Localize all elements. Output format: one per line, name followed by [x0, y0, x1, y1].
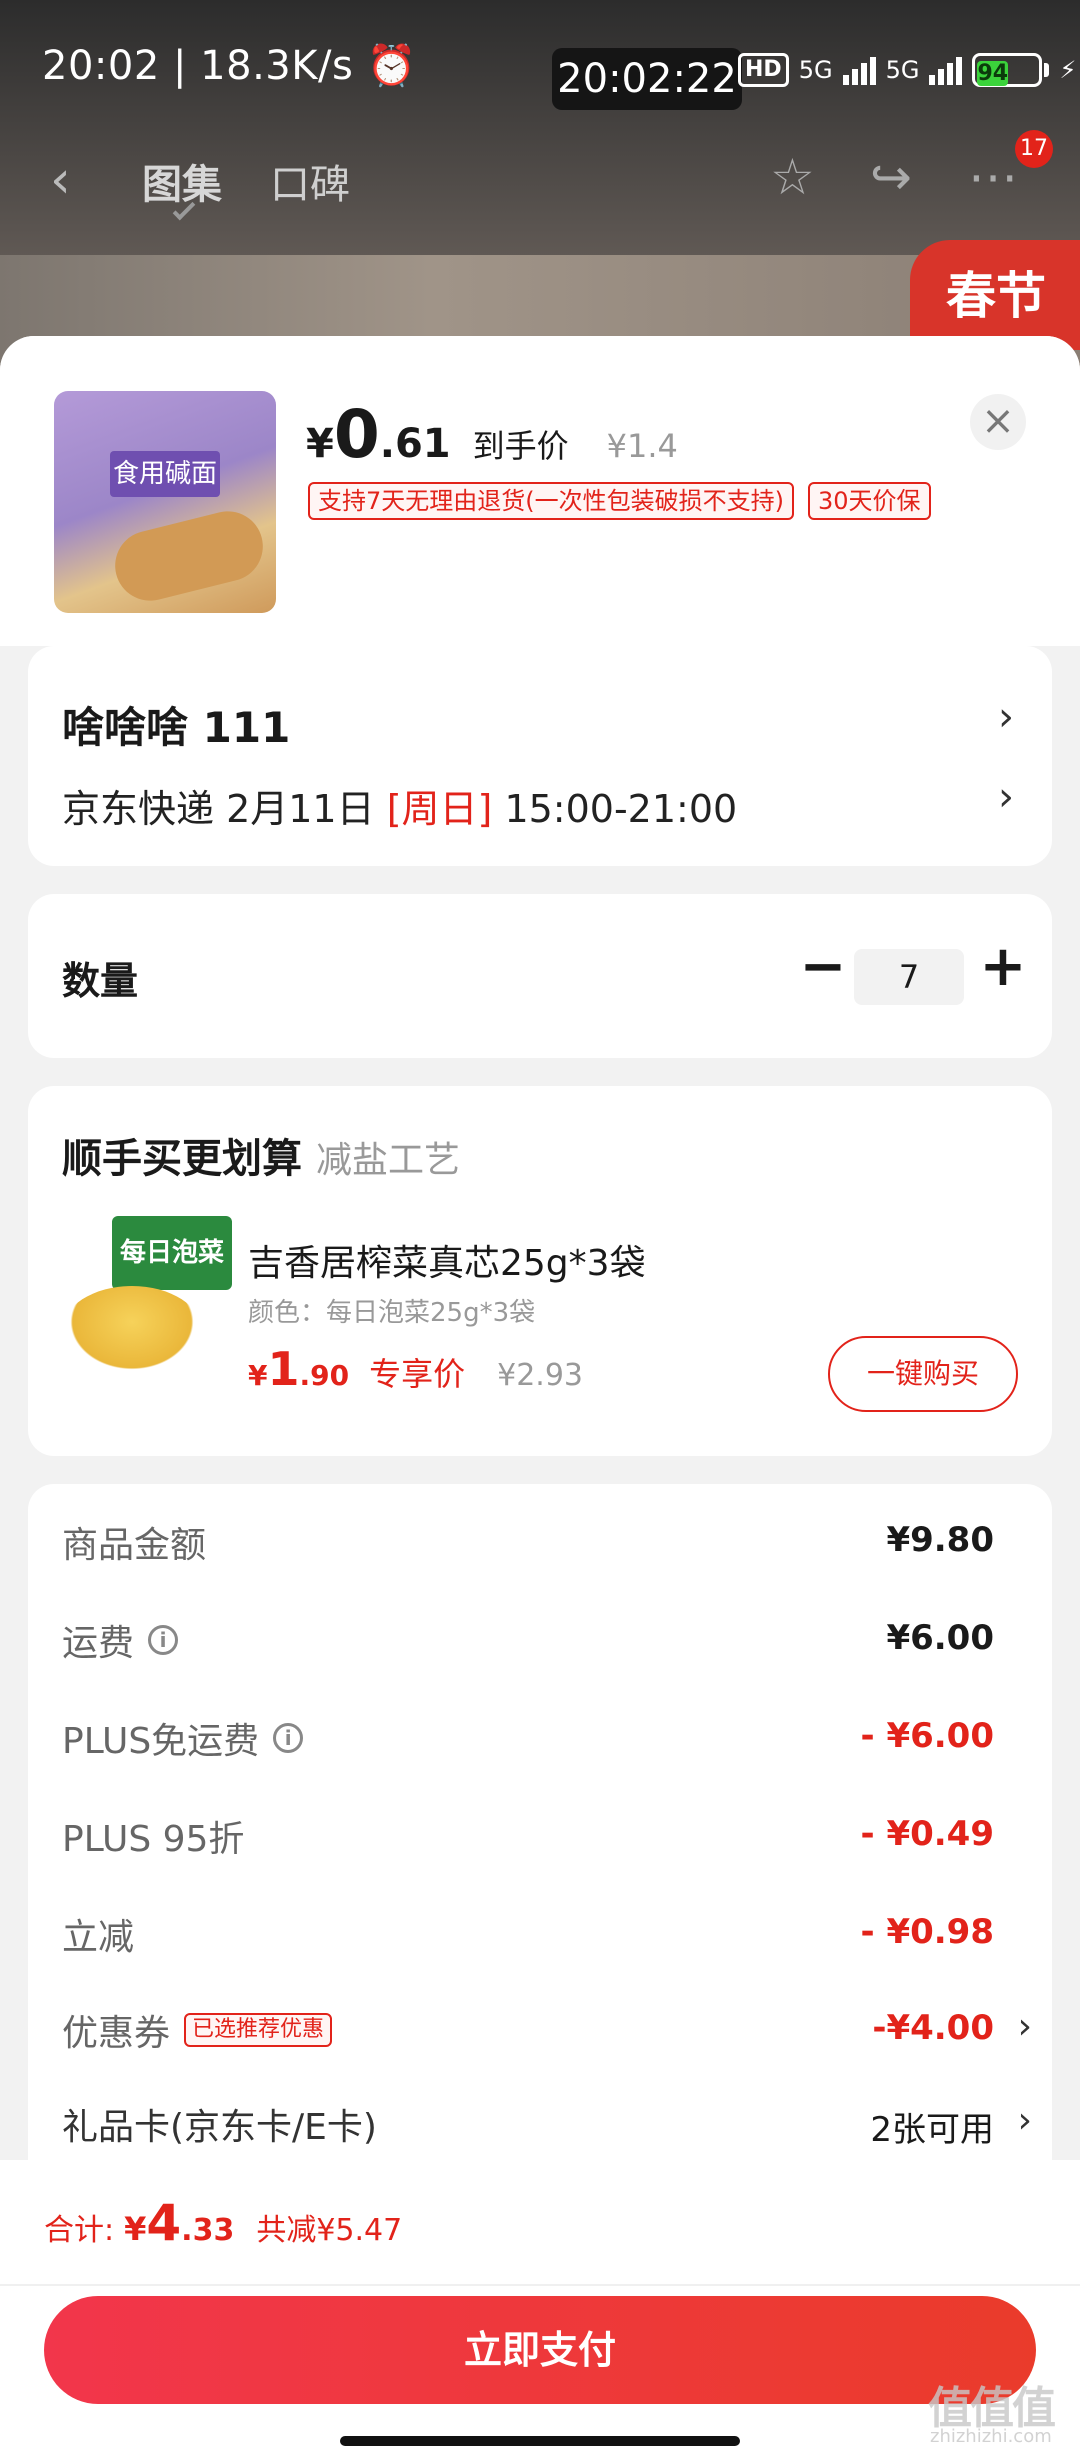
hd-icon: HD [738, 53, 789, 87]
status-time-speed: 20:02 | 18.3K/s ⏰ [42, 43, 417, 89]
divider [0, 2284, 1080, 2286]
bottom-action-bar: 合计: ¥ 4 .33 共减¥5.47 立即支付 值值值 zhizhizhi.c… [0, 2160, 1080, 2460]
pack-label: 每日泡菜 [112, 1216, 232, 1290]
bowl-image [62, 1286, 202, 1376]
upsell-product-image[interactable]: 每日泡菜 [62, 1216, 232, 1386]
quantity-decrease-button[interactable]: − [798, 934, 848, 999]
delivery-chevron-icon[interactable]: › [998, 774, 1014, 820]
price-protect-tag: 30天价保 [808, 482, 931, 520]
upsell-price-label: 专享价 [369, 1355, 466, 1393]
service-tags: 支持7天无理由退货(一次性包装破损不支持) 30天价保 [308, 482, 931, 520]
tab-gallery[interactable]: 图集 [142, 152, 222, 210]
product-header: 食用碱面 ¥ 0 .61 到手价 ¥1.4 支持7天无理由退货(一次性包装破损不… [0, 336, 1080, 646]
share-icon[interactable]: ↪ [870, 148, 912, 206]
tab-reviews[interactable]: 口碑 [270, 152, 350, 210]
return-policy-tag: 支持7天无理由退货(一次性包装破损不支持) [308, 482, 794, 520]
signal-icon [842, 55, 876, 85]
info-icon[interactable]: i [148, 1625, 179, 1655]
clock-overlay: 20:02:22 [552, 48, 742, 110]
battery-icon: 94 [972, 53, 1050, 87]
plus-discount-value: - ¥0.49 [860, 1814, 995, 1854]
price-integer: 0 [333, 396, 380, 473]
home-indicator[interactable] [340, 2436, 740, 2446]
signal-icon-2 [929, 55, 963, 85]
quantity-label: 数量 [62, 959, 139, 1003]
subtotal-value: ¥9.80 [886, 1520, 994, 1560]
one-click-buy-button[interactable]: 一键购买 [828, 1336, 1018, 1412]
quantity-card: 数量 − 7 + [28, 894, 1052, 1058]
product-thumbnail[interactable]: 食用碱面 [54, 391, 276, 613]
summary-row-coupon[interactable]: 优惠券 已选推荐优惠 -¥4.00 › [62, 2004, 1052, 2064]
price-label: 到手价 [472, 427, 569, 465]
instant-discount-value: - ¥0.98 [860, 1912, 995, 1952]
price-decimal: .61 [379, 421, 451, 467]
gift-card-value: 2张可用 [870, 2110, 994, 2150]
info-icon[interactable]: i [273, 1723, 304, 1753]
watermark-url: zhizhizhi.com [930, 2426, 1052, 2447]
alarm-icon: ⏰ [366, 43, 417, 89]
thumbnail-label: 食用碱面 [110, 451, 220, 497]
status-icons: HD 5G 5G 94 ⚡ [738, 50, 1076, 90]
quantity-increase-button[interactable]: + [978, 934, 1028, 999]
price-row: ¥ 0 .61 到手价 ¥1.4 [306, 396, 678, 473]
total-integer: 4 [146, 2194, 182, 2252]
upsell-subtitle: 减盐工艺 [316, 1140, 461, 1181]
shipping-value: ¥6.00 [886, 1618, 994, 1658]
total-row: 合计: ¥ 4 .33 共减¥5.47 [44, 2194, 403, 2252]
upsell-original-price: ¥2.93 [497, 1358, 584, 1393]
network-label-2: 5G [885, 56, 920, 84]
delivery-info: 京东快递 2月11日 [周日] 15:00-21:00 [62, 787, 738, 831]
more-icon[interactable]: ⋯ [968, 148, 1018, 206]
bread-image [107, 503, 271, 609]
price-symbol: ¥ [306, 421, 334, 467]
top-nav: ‹ 图集 口碑 ☆ ↪ ⋯ 17 [0, 130, 1080, 230]
checkout-sheet: 食用碱面 ¥ 0 .61 到手价 ¥1.4 支持7天无理由退货(一次性包装破损不… [0, 336, 1080, 2460]
quantity-input[interactable]: 7 [854, 949, 964, 1005]
close-button[interactable]: × [970, 394, 1026, 450]
original-price: ¥1.4 [606, 427, 678, 465]
summary-row-shipping: 运费 i ¥6.00 [62, 1618, 994, 1664]
coupon-value: -¥4.00 [872, 2008, 994, 2048]
chevron-right-icon[interactable]: › [1018, 2100, 1032, 2141]
upsell-title: 顺手买更划算 减盐工艺 [62, 1136, 461, 1182]
background-page: 春节 20:02 | 18.3K/s ⏰ 20:02:22 HD 5G 5G 9… [0, 0, 1080, 385]
back-icon[interactable]: ‹ [50, 150, 71, 210]
upsell-product-spec: 颜色：每日泡菜25g*3袋 [248, 1298, 536, 1328]
summary-row-subtotal: 商品金额 ¥9.80 [62, 1520, 994, 1566]
battery-level: 94 [977, 61, 1009, 86]
charging-icon: ⚡ [1059, 56, 1077, 84]
upsell-price-row: ¥ 1 .90 专享价 ¥2.93 [248, 1342, 584, 1396]
notification-badge: 17 [1015, 130, 1053, 168]
summary-row-instant-discount: 立减 - ¥0.98 [62, 1912, 995, 1958]
summary-row-gift-card[interactable]: 礼品卡(京东卡/E卡) 2张可用 › [62, 2098, 1052, 2158]
delivery-day: [周日] [386, 787, 493, 831]
summary-row-plus-discount: PLUS 95折 - ¥0.49 [62, 1814, 995, 1860]
summary-row-plus-free-shipping: PLUS免运费 i - ¥6.00 [62, 1716, 995, 1762]
upsell-card: 顺手买更划算 减盐工艺 每日泡菜 吉香居榨菜真芯25g*3袋 颜色：每日泡菜25g… [28, 1086, 1052, 1456]
pay-now-button[interactable]: 立即支付 [44, 2296, 1036, 2404]
network-label-1: 5G [798, 56, 833, 84]
chevron-right-icon[interactable]: › [1018, 2006, 1032, 2047]
coupon-tag: 已选推荐优惠 [184, 2013, 333, 2047]
total-saved: 共减¥5.47 [256, 2213, 403, 2248]
plus-free-shipping-value: - ¥6.00 [860, 1716, 995, 1756]
status-bar: 20:02 | 18.3K/s ⏰ 20:02:22 HD 5G 5G 94 ⚡ [0, 0, 1080, 130]
upsell-product-name[interactable]: 吉香居榨菜真芯25g*3袋 [248, 1234, 646, 1286]
address-chevron-icon[interactable]: › [998, 694, 1014, 740]
star-icon[interactable]: ☆ [770, 148, 815, 206]
total-decimal: .33 [181, 2213, 235, 2248]
recipient-name: 啥啥啥 111 [62, 703, 291, 752]
address-card[interactable]: 啥啥啥 111 › 京东快递 2月11日 [周日] 15:00-21:00 › [28, 646, 1052, 866]
total-label: 合计: [44, 2213, 115, 2248]
promo-tag: 春节 [910, 240, 1080, 350]
